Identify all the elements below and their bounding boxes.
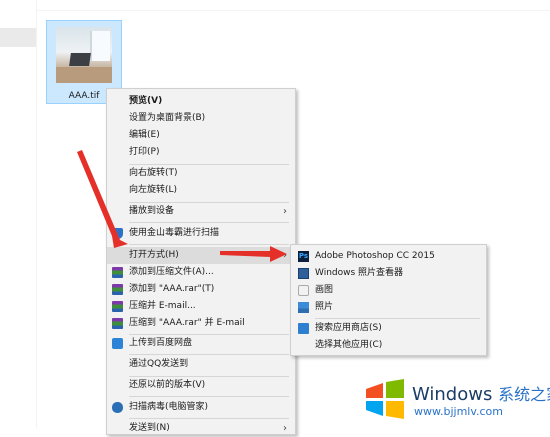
watermark-url: www.bjjmlv.com: [414, 405, 503, 418]
watermark-title: Windows 系统之家: [412, 384, 550, 405]
windows-logo-icon: [366, 379, 404, 419]
annotation-arrows: [77, 150, 287, 262]
red-arrow-to-open-with: [77, 150, 128, 248]
red-arrow-to-submenu: [220, 246, 287, 262]
watermark: Windows 系统之家 www.bjjmlv.com: [360, 377, 550, 428]
